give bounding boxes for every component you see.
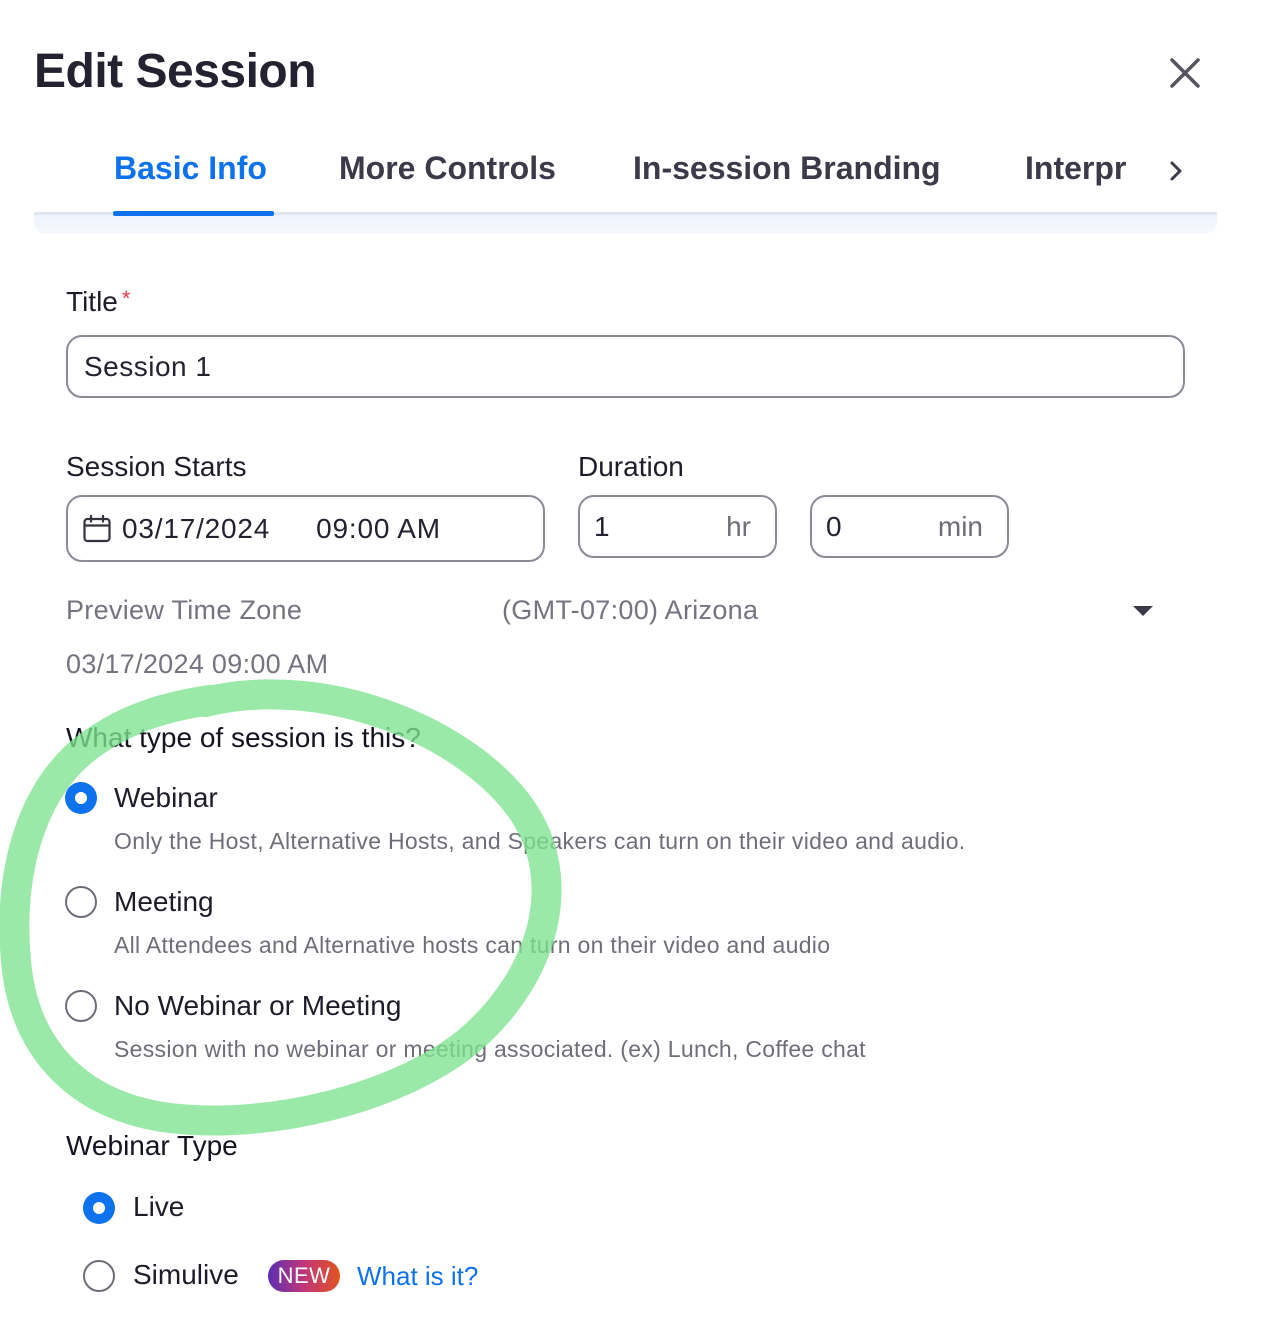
option-webinar-description: Only the Host, Alternative Hosts, and Sp… <box>114 828 966 854</box>
radio-live[interactable] <box>83 1192 115 1224</box>
tab-bar-shadow <box>34 214 1217 234</box>
caret-down-icon[interactable] <box>1131 604 1155 618</box>
close-button[interactable] <box>1164 52 1206 94</box>
what-is-it-link[interactable]: What is it? <box>357 1261 478 1292</box>
radio-webinar[interactable] <box>65 782 97 814</box>
title-label-text: Title <box>66 286 118 317</box>
duration-minutes-value: 0 <box>826 510 842 542</box>
option-meeting-label[interactable]: Meeting <box>114 886 214 918</box>
new-badge: NEW <box>268 1260 340 1292</box>
tab-basic-info[interactable]: Basic Info <box>114 150 267 187</box>
duration-minutes-input[interactable]: 0 min <box>810 495 1009 558</box>
duration-hours-value: 1 <box>594 510 610 542</box>
preview-datetime: 03/17/2024 09:00 AM <box>66 649 329 679</box>
start-time-value: 09:00 AM <box>316 512 441 544</box>
duration-hours-unit: hr <box>726 510 751 542</box>
duration-minutes-unit: min <box>937 510 983 542</box>
tab-bar: Basic Info More Controls In-session Bran… <box>34 130 1217 234</box>
session-type-question: What type of session is this? <box>66 722 421 753</box>
tabs-next-button[interactable] <box>1162 154 1192 188</box>
option-no-webinar-description: Session with no webinar or meeting assoc… <box>114 1036 866 1062</box>
session-start-picker[interactable]: 03/17/2024 09:00 AM <box>66 495 545 562</box>
duration-label: Duration <box>578 451 684 482</box>
option-no-webinar-label[interactable]: No Webinar or Meeting <box>114 990 401 1022</box>
radio-meeting[interactable] <box>65 886 97 918</box>
chevron-right-icon <box>1170 161 1182 181</box>
close-icon <box>1170 58 1200 88</box>
calendar-icon <box>83 514 111 542</box>
tab-in-session-branding[interactable]: In-session Branding <box>633 150 941 187</box>
webinar-type-label: Webinar Type <box>66 1130 238 1161</box>
option-webinar-label[interactable]: Webinar <box>114 782 218 814</box>
dialog-title: Edit Session <box>34 45 317 98</box>
preview-timezone-select[interactable]: (GMT-07:00) Arizona <box>502 595 758 626</box>
radio-no-webinar-or-meeting[interactable] <box>65 990 97 1022</box>
tab-more-controls[interactable]: More Controls <box>339 150 556 187</box>
preview-timezone-label: Preview Time Zone <box>66 595 303 625</box>
active-tab-indicator <box>113 211 274 216</box>
duration-hours-input[interactable]: 1 hr <box>578 495 777 558</box>
tab-interpretation-clip: Interpr <box>1024 150 1152 194</box>
title-label: Title * <box>66 286 130 318</box>
option-simulive-label[interactable]: Simulive <box>133 1259 239 1291</box>
radio-simulive[interactable] <box>83 1260 115 1292</box>
option-live-label[interactable]: Live <box>133 1191 184 1223</box>
required-mark: * <box>121 286 131 311</box>
option-meeting-description: All Attendees and Alternative hosts can … <box>114 932 831 958</box>
tab-interpretation[interactable]: Interpr <box>1025 150 1126 187</box>
title-input[interactable]: Session 1 <box>66 335 1185 398</box>
start-date-value: 03/17/2024 <box>122 512 271 544</box>
session-starts-label: Session Starts <box>66 451 247 482</box>
